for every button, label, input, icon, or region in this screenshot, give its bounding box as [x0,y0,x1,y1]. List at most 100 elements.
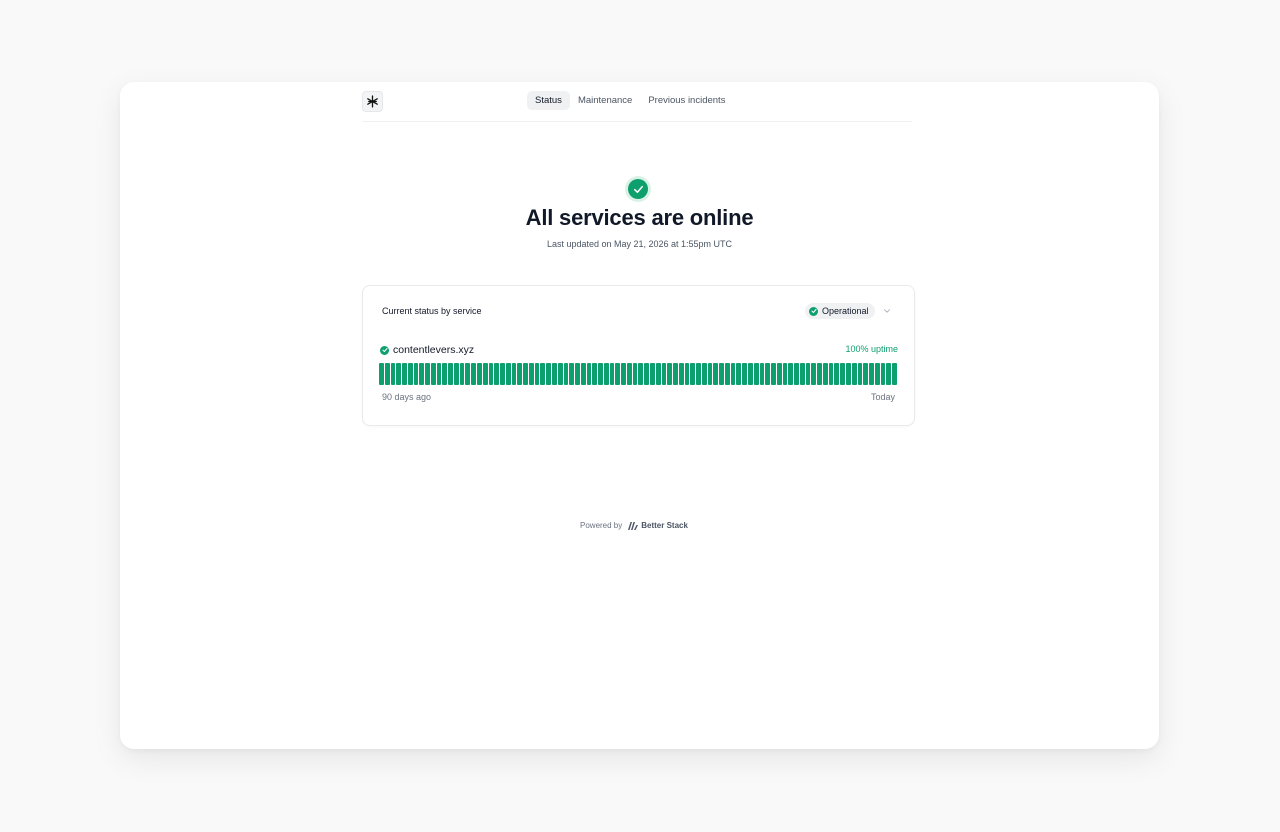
uptime-day-bar[interactable] [880,363,886,385]
uptime-day-bar[interactable] [748,363,753,385]
uptime-day-bar[interactable] [517,363,523,385]
uptime-day-bar[interactable] [488,363,494,385]
uptime-day-bar[interactable] [655,363,661,385]
uptime-day-bar[interactable] [511,363,517,385]
uptime-day-bar[interactable] [667,363,673,385]
tab-status[interactable]: Status [527,91,570,110]
uptime-day-bar[interactable] [546,363,551,385]
uptime-day-bar[interactable] [661,363,667,385]
uptime-day-bar[interactable] [575,363,580,385]
uptime-day-bar[interactable] [794,363,799,385]
uptime-day-bar[interactable] [874,363,880,385]
uptime-day-bar[interactable] [811,363,817,385]
uptime-day-bar[interactable] [846,363,851,385]
uptime-day-bar[interactable] [379,363,384,385]
uptime-day-bar[interactable] [494,363,500,385]
uptime-day-bar[interactable] [771,363,776,385]
uptime-day-bar[interactable] [459,363,465,385]
uptime-day-bar[interactable] [569,363,575,385]
uptime-day-bar[interactable] [482,363,488,385]
service-name-label: contentlevers.xyz [393,344,475,356]
uptime-day-bar[interactable] [413,363,419,385]
uptime-day-bar[interactable] [799,363,805,385]
uptime-day-bar[interactable] [730,363,736,385]
uptime-day-bar[interactable] [540,363,546,385]
asterisk-logo-icon[interactable] [362,91,383,112]
uptime-day-bar[interactable] [563,363,569,385]
uptime-day-bar[interactable] [805,363,811,385]
uptime-day-bar[interactable] [430,363,436,385]
uptime-day-bar[interactable] [615,363,621,385]
uptime-day-bar[interactable] [477,363,482,385]
uptime-day-bar[interactable] [436,363,442,385]
uptime-day-bar[interactable] [892,363,897,385]
uptime-day-bar[interactable] [448,363,453,385]
range-end-label: Today [870,392,895,402]
status-badge[interactable]: Operational [805,303,875,319]
uptime-day-bar[interactable] [701,363,707,385]
uptime-day-bar[interactable] [742,363,747,385]
uptime-day-bar[interactable] [690,363,696,385]
last-updated-text: Last updated on May 21, 2026 at 1:55pm U… [546,239,733,249]
uptime-day-bar[interactable] [534,363,540,385]
uptime-day-bar[interactable] [621,363,626,385]
uptime-day-bar[interactable] [442,363,448,385]
uptime-day-bar[interactable] [649,363,655,385]
uptime-day-bar[interactable] [632,363,638,385]
uptime-day-bar[interactable] [776,363,782,385]
tab-maintenance[interactable]: Maintenance [570,91,640,110]
chevron-down-icon[interactable] [882,306,892,316]
uptime-day-bar[interactable] [580,363,586,385]
uptime-day-bar[interactable] [557,363,563,385]
uptime-day-bar[interactable] [828,363,834,385]
uptime-day-bar[interactable] [863,363,869,385]
uptime-day-bar[interactable] [736,363,742,385]
uptime-day-bar[interactable] [886,363,892,385]
uptime-day-bar[interactable] [713,363,719,385]
uptime-day-bar[interactable] [869,363,874,385]
brand-link[interactable]: Better Stack [628,521,688,530]
uptime-day-bar[interactable] [471,363,477,385]
uptime-day-bar[interactable] [551,363,557,385]
uptime-day-bar[interactable] [719,363,724,385]
uptime-day-bar[interactable] [765,363,771,385]
uptime-day-bar[interactable] [707,363,713,385]
uptime-day-bar[interactable] [528,363,534,385]
uptime-day-bar[interactable] [817,363,822,385]
uptime-day-bar[interactable] [673,363,678,385]
uptime-day-bar[interactable] [505,363,511,385]
uptime-day-bar[interactable] [822,363,828,385]
uptime-day-bar[interactable] [425,363,430,385]
uptime-day-bar[interactable] [453,363,459,385]
uptime-day-bar[interactable] [598,363,603,385]
uptime-day-bar[interactable] [609,363,615,385]
uptime-day-bar[interactable] [465,363,471,385]
uptime-day-bar[interactable] [684,363,690,385]
uptime-day-bar[interactable] [788,363,794,385]
uptime-day-bar[interactable] [419,363,425,385]
uptime-day-bar[interactable] [724,363,730,385]
uptime-day-bar[interactable] [390,363,396,385]
uptime-day-bar[interactable] [603,363,609,385]
uptime-day-bar[interactable] [500,363,505,385]
uptime-day-bar[interactable] [407,363,413,385]
uptime-day-bar[interactable] [851,363,857,385]
uptime-day-bar[interactable] [840,363,846,385]
tab-previous-incidents[interactable]: Previous incidents [640,91,733,110]
uptime-day-bar[interactable] [696,363,701,385]
uptime-day-bar[interactable] [678,363,684,385]
uptime-day-bar[interactable] [402,363,407,385]
uptime-day-bar[interactable] [396,363,402,385]
uptime-day-bar[interactable] [586,363,592,385]
uptime-day-bar[interactable] [523,363,528,385]
uptime-day-bar[interactable] [638,363,644,385]
uptime-day-bar[interactable] [644,363,649,385]
uptime-day-bar[interactable] [753,363,759,385]
uptime-day-bar[interactable] [759,363,765,385]
uptime-day-bar[interactable] [626,363,632,385]
uptime-day-bar[interactable] [384,363,390,385]
uptime-day-bar[interactable] [857,363,863,385]
uptime-day-bar[interactable] [592,363,598,385]
uptime-day-bar[interactable] [782,363,788,385]
uptime-day-bar[interactable] [834,363,840,385]
